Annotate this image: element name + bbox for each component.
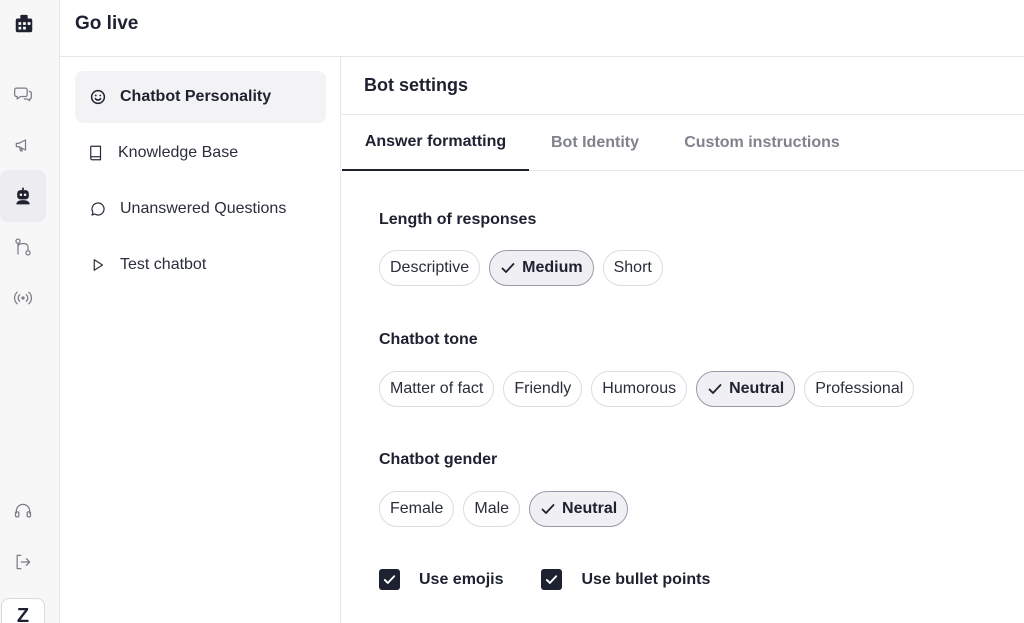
option-professional[interactable]: Professional — [804, 371, 915, 407]
tab-answer-formatting[interactable]: Answer formatting — [342, 115, 529, 171]
avatar-letter: Z — [16, 605, 30, 623]
nav-item-label: Chatbot Personality — [120, 88, 272, 105]
option-label: Humorous — [602, 380, 677, 397]
option-label: Male — [474, 500, 510, 517]
check-icon — [501, 263, 515, 273]
option-female[interactable]: Female — [379, 491, 455, 527]
rail-item-conversations[interactable] — [0, 68, 46, 120]
nav-item-label: Unanswered Questions — [120, 200, 287, 217]
logout-icon — [16, 554, 31, 570]
formatting-checkboxes: Use emojis Use bullet points — [379, 569, 748, 590]
option-descriptive[interactable]: Descriptive — [379, 250, 481, 286]
option-humorous[interactable]: Humorous — [591, 371, 688, 407]
rail-item-logout[interactable] — [0, 536, 46, 588]
option-label: Descriptive — [390, 259, 470, 276]
rail-item-workflows[interactable] — [0, 221, 46, 273]
option-label: Neutral — [562, 500, 618, 517]
rail-item-campaigns[interactable] — [0, 119, 46, 171]
chat-bubbles-icon — [14, 87, 32, 102]
smiley-icon — [90, 89, 106, 105]
icon-rail: Z — [0, 0, 60, 623]
option-male[interactable]: Male — [463, 491, 521, 527]
option-friendly[interactable]: Friendly — [503, 371, 583, 407]
option-matter-of-fact[interactable]: Matter of fact — [379, 371, 495, 407]
top-header: Go live — [60, 0, 1024, 57]
checkbox-checked-icon[interactable] — [541, 569, 563, 590]
rail-item-support[interactable] — [0, 485, 46, 537]
option-label: Matter of fact — [390, 380, 484, 397]
page-title: Go live — [75, 13, 139, 34]
check-icon — [708, 384, 722, 394]
tab-custom-instructions[interactable]: Custom instructions — [672, 115, 852, 171]
book-icon — [90, 145, 102, 161]
checkbox-label: Use bullet points — [581, 570, 711, 588]
grid-building-icon[interactable] — [12, 12, 36, 36]
option-medium[interactable]: Medium — [489, 250, 594, 286]
robot-icon — [16, 187, 30, 205]
headset-icon — [14, 503, 32, 518]
settings-tabs: Answer formatting Bot Identity Custom in… — [342, 114, 1024, 171]
option-short[interactable]: Short — [602, 250, 663, 286]
option-label: Female — [390, 500, 444, 517]
nav-item-unanswered-questions[interactable]: Unanswered Questions — [75, 183, 326, 235]
option-label: Medium — [522, 259, 583, 276]
chatbot-nav: Chatbot Personality Knowledge Base Unans… — [60, 57, 341, 623]
play-icon — [93, 259, 104, 271]
chatbot-gender-label: Chatbot gender — [379, 451, 498, 468]
nav-item-chatbot-personality[interactable]: Chatbot Personality — [75, 71, 326, 123]
option-label: Friendly — [514, 380, 572, 397]
bot-settings-panel: Bot settings Answer formatting Bot Ident… — [342, 57, 1024, 623]
nav-item-knowledge-base[interactable]: Knowledge Base — [75, 127, 326, 179]
chatbot-tone-label: Chatbot tone — [379, 331, 478, 348]
option-label: Short — [613, 259, 652, 276]
nav-item-label: Knowledge Base — [118, 144, 239, 161]
rail-item-chatbot[interactable] — [0, 170, 46, 222]
gender-options: Female Male Neutral — [379, 491, 629, 527]
checkbox-label: Use emojis — [419, 570, 504, 588]
checkbox-checked-icon[interactable] — [379, 569, 400, 590]
section-heading: Bot settings — [364, 75, 469, 95]
git-branch-icon — [15, 238, 31, 256]
megaphone-icon — [15, 139, 27, 152]
check-icon — [541, 504, 555, 514]
broadcast-icon — [13, 291, 33, 305]
length-options: Descriptive Medium Short — [379, 250, 663, 286]
speech-bubble-icon — [91, 202, 105, 216]
use-bullet-points-checkbox[interactable]: Use bullet points — [541, 569, 710, 590]
use-emojis-checkbox[interactable]: Use emojis — [379, 569, 503, 590]
tone-options: Matter of fact Friendly Humorous Neutral… — [379, 371, 915, 407]
option-label: Professional — [815, 380, 904, 397]
avatar[interactable]: Z — [1, 598, 45, 623]
length-of-responses-label: Length of responses — [379, 211, 537, 228]
tab-bot-identity[interactable]: Bot Identity — [536, 115, 654, 171]
option-label: Neutral — [729, 380, 785, 397]
rail-item-channels[interactable] — [0, 272, 46, 324]
option-tone-neutral[interactable]: Neutral — [696, 371, 796, 407]
nav-item-test-chatbot[interactable]: Test chatbot — [75, 239, 326, 291]
nav-item-label: Test chatbot — [120, 256, 207, 273]
option-gender-neutral[interactable]: Neutral — [529, 491, 629, 527]
